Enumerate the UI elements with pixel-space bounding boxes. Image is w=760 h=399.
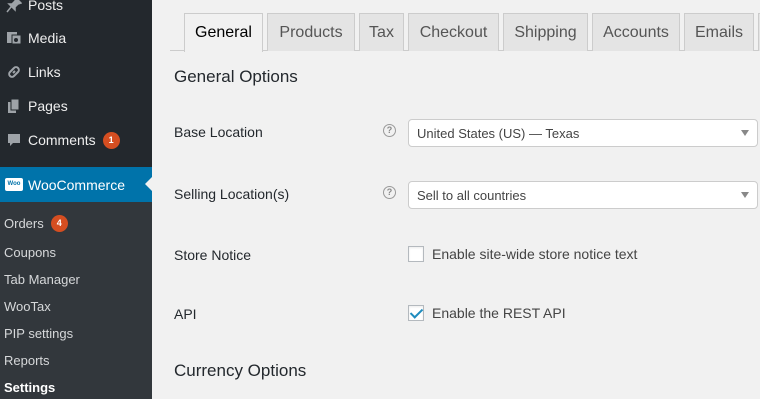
rest-api-checkbox[interactable] — [408, 305, 424, 321]
store-notice-checkbox-label[interactable]: Enable site-wide store notice text — [432, 246, 637, 262]
tab-products[interactable]: Products — [267, 13, 355, 51]
chevron-down-icon — [741, 192, 749, 198]
currency-options-heading: Currency Options — [174, 361, 307, 380]
sidebar-item-label: Pages — [28, 98, 68, 114]
pages-icon — [0, 98, 28, 114]
sidebar-item-label: Links — [28, 64, 61, 80]
sidebar-item-comments[interactable]: Comments 1 — [0, 123, 152, 157]
general-options-heading: General Options — [174, 67, 298, 86]
sidebar-item-pages[interactable]: Pages — [0, 89, 152, 123]
api-label: API — [174, 306, 197, 322]
tab-accounts[interactable]: Accounts — [592, 13, 680, 51]
submenu-item-wootax[interactable]: WooTax — [4, 296, 51, 316]
sidebar-item-woocommerce[interactable]: Woo WooCommerce — [0, 167, 153, 202]
tab-shipping[interactable]: Shipping — [503, 13, 588, 51]
submenu-item-pip-settings[interactable]: PIP settings — [4, 323, 73, 343]
tab-tax[interactable]: Tax — [359, 13, 404, 51]
tab-general[interactable]: General — [184, 13, 263, 52]
media-icon — [0, 30, 28, 46]
tab-checkout[interactable]: Checkout — [408, 13, 499, 51]
pin-icon — [0, 0, 28, 13]
woocommerce-logo-icon: Woo — [0, 178, 28, 191]
store-notice-checkbox[interactable] — [408, 246, 424, 262]
help-icon[interactable]: ? — [383, 124, 396, 137]
store-notice-label: Store Notice — [174, 247, 252, 263]
sidebar-item-label: Media — [28, 30, 67, 46]
rest-api-checkbox-label[interactable]: Enable the REST API — [432, 305, 566, 321]
tab-emails[interactable]: Emails — [684, 13, 754, 51]
admin-sidebar: Posts Media Links Pages Comments 1 Woo W… — [0, 0, 153, 399]
sidebar-item-links[interactable]: Links — [0, 55, 152, 89]
current-menu-arrow — [145, 176, 153, 192]
base-location-value: United States (US) — Texas — [417, 125, 580, 141]
selling-locations-select[interactable]: Sell to all countries — [408, 181, 758, 209]
sidebar-item-media[interactable]: Media — [0, 21, 152, 55]
submenu-item-tab-manager[interactable]: Tab Manager — [4, 269, 80, 289]
link-icon — [0, 64, 28, 80]
chevron-down-icon — [741, 130, 749, 136]
woocommerce-submenu: Orders 4 Coupons Tab Manager WooTax PIP … — [0, 202, 152, 399]
base-location-label: Base Location — [174, 124, 263, 140]
submenu-item-label: Orders — [4, 215, 44, 231]
sidebar-item-label: Comments — [28, 132, 96, 148]
selling-locations-label: Selling Location(s) — [174, 186, 290, 202]
submenu-item-orders[interactable]: Orders 4 — [4, 213, 68, 233]
base-location-select[interactable]: United States (US) — Texas — [408, 119, 758, 147]
woocommerce-logo: Woo — [5, 178, 23, 191]
sidebar-item-label: WooCommerce — [28, 176, 125, 193]
comments-count-badge: 1 — [102, 131, 120, 149]
comment-icon — [0, 132, 28, 148]
orders-count-badge: 4 — [50, 214, 68, 232]
sidebar-item-posts[interactable]: Posts — [0, 0, 152, 22]
selling-locations-value: Sell to all countries — [417, 187, 527, 203]
submenu-item-coupons[interactable]: Coupons — [4, 242, 56, 262]
submenu-item-settings[interactable]: Settings — [4, 377, 55, 397]
submenu-item-reports[interactable]: Reports — [4, 350, 50, 370]
sidebar-item-label: Posts — [28, 0, 64, 13]
help-icon[interactable]: ? — [383, 186, 396, 199]
